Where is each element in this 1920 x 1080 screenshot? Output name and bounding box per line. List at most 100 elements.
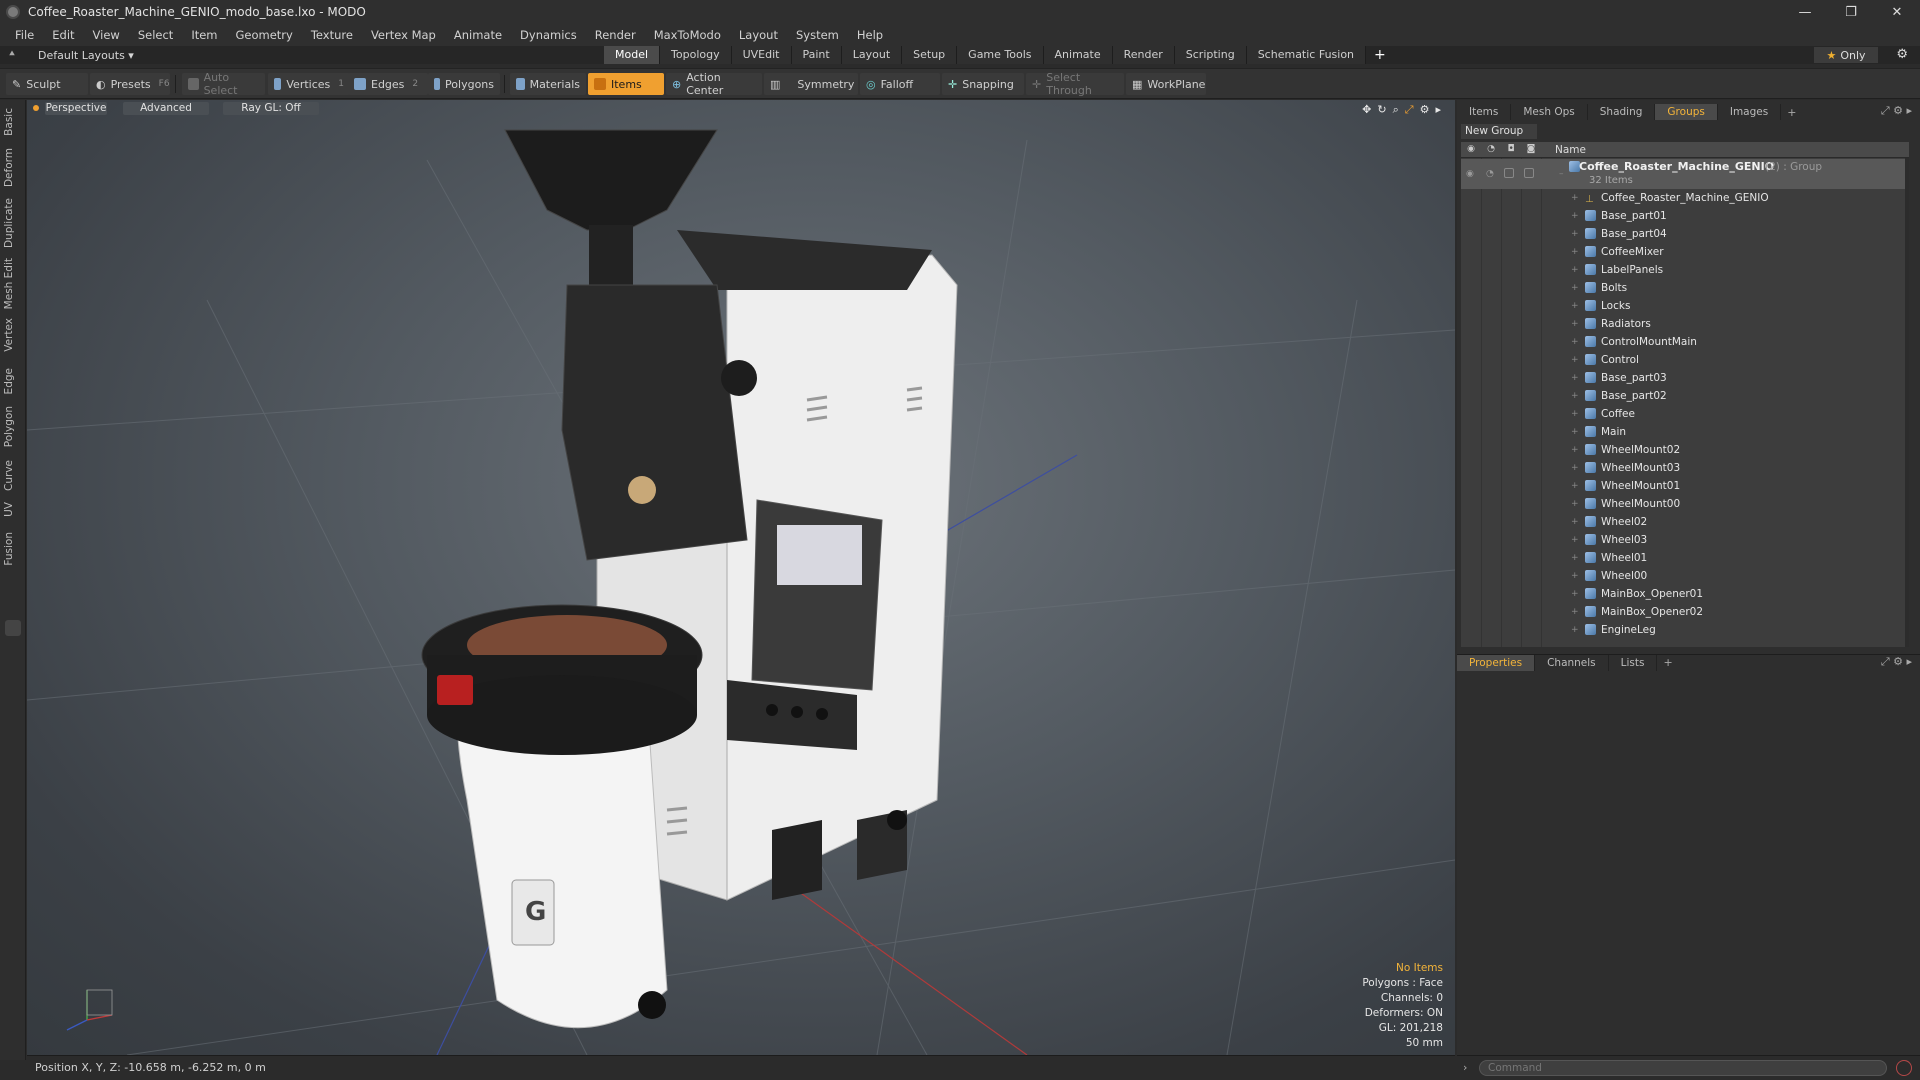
menu-select[interactable]: Select bbox=[129, 28, 182, 42]
tab-schematic-fusion[interactable]: Schematic Fusion bbox=[1246, 46, 1367, 64]
move-view-icon[interactable]: ✥ bbox=[1362, 103, 1371, 117]
vtab-basic[interactable]: Basic bbox=[3, 108, 23, 136]
select-column-icon[interactable]: ◙ bbox=[1525, 144, 1537, 156]
vtab-deform[interactable]: Deform bbox=[3, 148, 23, 187]
tab-model[interactable]: Model bbox=[604, 46, 661, 64]
list-item[interactable]: + Wheel01 bbox=[1461, 549, 1909, 567]
menu-item[interactable]: Item bbox=[182, 28, 226, 42]
list-item[interactable]: + WheelMount03 bbox=[1461, 459, 1909, 477]
list-item[interactable]: + Wheel03 bbox=[1461, 531, 1909, 549]
list-item[interactable]: + Base_part02 bbox=[1461, 387, 1909, 405]
command-input[interactable] bbox=[1479, 1060, 1887, 1076]
list-item[interactable]: + Base_part03 bbox=[1461, 369, 1909, 387]
command-history-icon[interactable]: › bbox=[1463, 1061, 1467, 1074]
collapse-up-icon[interactable]: ⯅ bbox=[8, 49, 20, 61]
workplane-button[interactable]: ▦ WorkPlane bbox=[1126, 73, 1206, 95]
visibility-column-icon[interactable]: ◉ bbox=[1465, 144, 1477, 156]
vertices-button[interactable]: Vertices 1 bbox=[268, 73, 350, 95]
tab-mesh-ops[interactable]: Mesh Ops bbox=[1511, 104, 1588, 120]
tab-uvedit[interactable]: UVEdit bbox=[731, 46, 792, 64]
tab-properties[interactable]: Properties bbox=[1457, 654, 1536, 671]
tab-groups[interactable]: Groups bbox=[1655, 104, 1718, 120]
menu-render[interactable]: Render bbox=[586, 28, 645, 42]
list-item[interactable]: + LabelPanels bbox=[1461, 261, 1909, 279]
visibility-eye-icon[interactable]: ◉ bbox=[1466, 167, 1474, 181]
menu-view[interactable]: View bbox=[84, 28, 129, 42]
list-item[interactable]: + Wheel02 bbox=[1461, 513, 1909, 531]
viewport-gear-icon[interactable]: ⚙ bbox=[1420, 103, 1430, 117]
3d-viewport[interactable]: G Perspective Advanced Ray GL: Off ✥ ↻ ⌕… bbox=[27, 100, 1455, 1055]
command-execute-button[interactable] bbox=[1896, 1060, 1912, 1076]
lock-column-icon[interactable]: ◘ bbox=[1505, 144, 1517, 156]
sculpt-button[interactable]: ✎ Sculpt bbox=[6, 73, 88, 95]
list-item[interactable]: + Main bbox=[1461, 423, 1909, 441]
list-item[interactable]: + EngineLeg bbox=[1461, 621, 1909, 639]
properties-options-icon[interactable]: ⤢ ⚙ ▸ bbox=[1881, 655, 1912, 669]
lock-checkbox[interactable] bbox=[1504, 168, 1514, 178]
select-checkbox[interactable] bbox=[1524, 168, 1534, 178]
expand-arrow-icon[interactable]: ▸ bbox=[1435, 103, 1441, 117]
tab-render[interactable]: Render bbox=[1112, 46, 1175, 64]
tab-items[interactable]: Items bbox=[1457, 104, 1512, 120]
auto-select-button[interactable]: Auto Select bbox=[182, 71, 265, 97]
menu-system[interactable]: System bbox=[787, 28, 848, 42]
tab-scripting[interactable]: Scripting bbox=[1174, 46, 1247, 64]
zoom-view-icon[interactable]: ⌕ bbox=[1393, 103, 1399, 117]
advanced-button[interactable]: Advanced bbox=[123, 102, 209, 115]
add-panel-tab-button[interactable]: + bbox=[1781, 106, 1802, 119]
list-item[interactable]: + Coffee bbox=[1461, 405, 1909, 423]
fit-view-icon[interactable]: ⤢ bbox=[1405, 103, 1414, 117]
vtab-edge[interactable]: Edge bbox=[3, 368, 23, 394]
new-group-button[interactable]: New Group bbox=[1461, 124, 1537, 139]
menu-texture[interactable]: Texture bbox=[302, 28, 362, 42]
tab-animate[interactable]: Animate bbox=[1043, 46, 1113, 64]
vtab-mesh-edit[interactable]: Mesh Edit bbox=[3, 258, 23, 309]
group-row[interactable]: ◉ ◔ – Coffee_Roaster_Machine_GENIO (2) :… bbox=[1461, 159, 1909, 189]
list-item[interactable]: + MainBox_Opener02 bbox=[1461, 603, 1909, 621]
list-item[interactable]: + WheelMount01 bbox=[1461, 477, 1909, 495]
tab-game-tools[interactable]: Game Tools bbox=[957, 46, 1044, 64]
only-button[interactable]: ★ Only bbox=[1814, 47, 1878, 63]
menu-help[interactable]: Help bbox=[848, 28, 892, 42]
menu-file[interactable]: File bbox=[6, 28, 43, 42]
list-item[interactable]: + Bolts bbox=[1461, 279, 1909, 297]
items-button[interactable]: Items bbox=[588, 73, 664, 95]
vtab-curve[interactable]: Curve bbox=[3, 460, 23, 491]
list-item[interactable]: + Locks bbox=[1461, 297, 1909, 315]
add-tab-button[interactable]: + bbox=[1366, 46, 1394, 64]
tab-topology[interactable]: Topology bbox=[660, 46, 732, 64]
perspective-button[interactable]: Perspective bbox=[45, 102, 107, 115]
tab-shading[interactable]: Shading bbox=[1588, 104, 1656, 120]
menu-maxtomodo[interactable]: MaxToModo bbox=[645, 28, 730, 42]
list-item[interactable]: + Base_part01 bbox=[1461, 207, 1909, 225]
restore-button[interactable]: ❐ bbox=[1828, 0, 1874, 24]
panel-options-icon[interactable]: ⤢ ⚙ ▸ bbox=[1881, 104, 1912, 118]
list-item[interactable]: + Base_part04 bbox=[1461, 225, 1909, 243]
vtab-vertex[interactable]: Vertex bbox=[3, 318, 23, 352]
layout-dropdown[interactable]: Default Layouts ▾ bbox=[38, 49, 134, 62]
tab-setup[interactable]: Setup bbox=[902, 46, 958, 64]
action-center-button[interactable]: ⊕ Action Center bbox=[666, 71, 762, 97]
menu-dynamics[interactable]: Dynamics bbox=[511, 28, 586, 42]
vtab-polygon[interactable]: Polygon bbox=[3, 406, 23, 447]
list-item[interactable]: + MainBox_Opener01 bbox=[1461, 585, 1909, 603]
symmetry-button[interactable]: ▥ Symmetry bbox=[764, 73, 858, 95]
polygons-button[interactable]: Polygons bbox=[428, 73, 500, 95]
viewport-menu-icon[interactable] bbox=[33, 105, 39, 111]
list-scrollbar[interactable] bbox=[1905, 158, 1909, 647]
select-through-button[interactable]: ✛ Select Through bbox=[1026, 71, 1124, 97]
tab-images[interactable]: Images bbox=[1718, 104, 1782, 120]
tab-layout[interactable]: Layout bbox=[841, 46, 903, 64]
render-column-icon[interactable]: ◔ bbox=[1485, 144, 1497, 156]
menu-edit[interactable]: Edit bbox=[43, 28, 83, 42]
name-column-header[interactable]: Name bbox=[1555, 144, 1586, 156]
list-item[interactable]: + ControlMountMain bbox=[1461, 333, 1909, 351]
list-item[interactable]: + Wheel00 bbox=[1461, 567, 1909, 585]
list-item[interactable]: + CoffeeMixer bbox=[1461, 243, 1909, 261]
raygl-button[interactable]: Ray GL: Off bbox=[223, 102, 319, 115]
gear-icon[interactable]: ⚙ bbox=[1896, 47, 1908, 62]
tab-channels[interactable]: Channels bbox=[1535, 654, 1609, 671]
falloff-button[interactable]: ◎ Falloff bbox=[860, 73, 940, 95]
rotate-view-icon[interactable]: ↻ bbox=[1377, 103, 1386, 117]
menu-animate[interactable]: Animate bbox=[445, 28, 511, 42]
